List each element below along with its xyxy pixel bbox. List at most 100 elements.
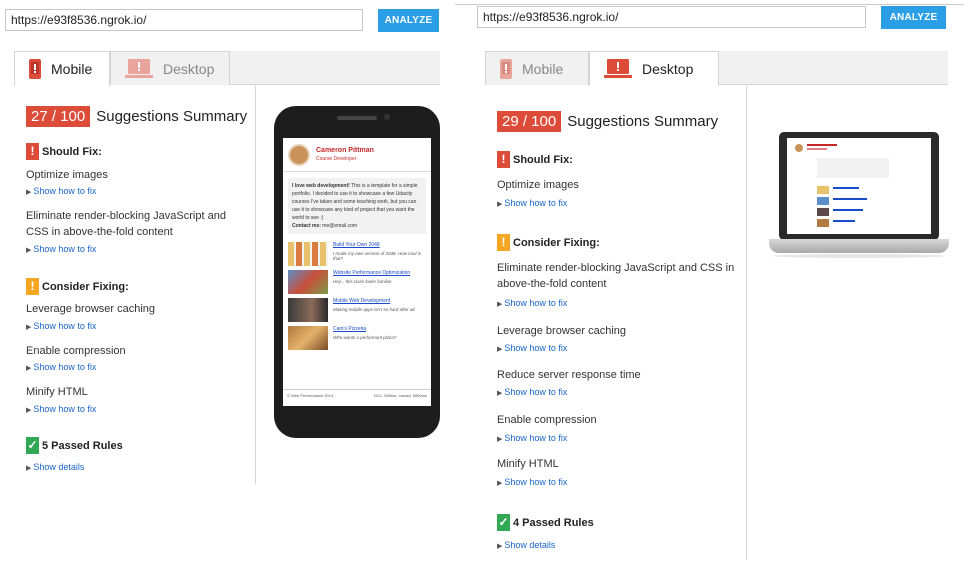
- checkmark-icon: ✓: [26, 437, 39, 454]
- project-caption: Hey... this class looks familiar.: [333, 279, 393, 284]
- project-thumbnail: [288, 270, 328, 294]
- preview-footer-right: DCL: 565ms, onload: 5590ms: [374, 393, 427, 398]
- show-how-label: Show how to fix: [504, 387, 568, 397]
- checkmark-icon: ✓: [497, 514, 510, 531]
- show-how-to-fix-link[interactable]: ▶ Show how to fix: [497, 387, 567, 397]
- triangle-arrow-icon: ▶: [26, 407, 32, 414]
- show-how-label: Show how to fix: [33, 244, 97, 254]
- preview-role: Course Developer: [316, 156, 357, 162]
- show-how-to-fix-link[interactable]: ▶ Show how to fix: [497, 477, 567, 487]
- tab-desktop-label: Desktop: [642, 61, 694, 77]
- tab-mobile-label: Mobile: [522, 60, 564, 77]
- rule-optimize-images: Optimize images: [497, 179, 579, 191]
- show-how-to-fix-link[interactable]: ▶ Show how to fix: [26, 186, 96, 196]
- project-link-line: [833, 209, 863, 211]
- show-how-to-fix-link[interactable]: ▶ Show how to fix: [26, 244, 96, 254]
- project-thumbnail: [288, 326, 328, 350]
- project-link[interactable]: Website Performance Optimization: [333, 270, 410, 276]
- project-link-line: [833, 198, 867, 200]
- preview-bio-block: [817, 158, 889, 178]
- project-link-line: [833, 187, 859, 189]
- show-how-to-fix-link[interactable]: ▶ Show how to fix: [26, 362, 96, 372]
- exclamation-icon: !: [26, 278, 39, 295]
- top-divider: [455, 4, 964, 5]
- score-row: 29 / 100 Suggestions Summary: [497, 111, 718, 132]
- project-thumbnail: [288, 242, 328, 266]
- show-how-to-fix-link[interactable]: ▶ Show how to fix: [497, 433, 567, 443]
- phone-preview: Cameron Pittman Course Developer I love …: [274, 106, 440, 438]
- show-details-link[interactable]: ▶ Show details: [497, 540, 555, 550]
- tab-mobile[interactable]: Mobile: [485, 51, 589, 85]
- project-link[interactable]: Cam's Pizzeria: [333, 326, 396, 332]
- exclamation-icon: !: [497, 234, 510, 251]
- tab-desktop[interactable]: Desktop: [589, 51, 719, 86]
- show-how-label: Show how to fix: [504, 433, 568, 443]
- list-item: Build Your Own 2048 I made my own version…: [288, 242, 426, 266]
- analyze-button[interactable]: ANALYZE: [881, 6, 946, 29]
- project-thumbnail: [817, 219, 829, 227]
- show-how-label: Show how to fix: [33, 404, 97, 414]
- mobile-report-panel: ANALYZE Mobile Desktop 27 / 100 Suggesti…: [0, 0, 450, 570]
- rule-minify-html: Minify HTML: [26, 386, 88, 398]
- laptop-icon: [125, 58, 153, 78]
- preview-name-line: [807, 144, 837, 146]
- score-badge: 29 / 100: [497, 111, 562, 132]
- consider-title: Consider Fixing:: [42, 280, 129, 293]
- tab-desktop[interactable]: Desktop: [110, 51, 230, 85]
- show-how-label: Show how to fix: [33, 186, 97, 196]
- show-how-label: Show how to fix: [504, 298, 568, 308]
- phone-screen: Cameron Pittman Course Developer I love …: [283, 138, 431, 406]
- show-details-link[interactable]: ▶ Show details: [26, 462, 84, 472]
- device-tabs: Mobile Desktop: [485, 51, 948, 86]
- list-item: Cam's Pizzeria Who wants a performant piz…: [288, 326, 426, 350]
- rule-server-response: Reduce server response time: [497, 369, 641, 381]
- triangle-arrow-icon: ▶: [497, 480, 503, 487]
- preview-contact-email: me@email.com: [322, 223, 358, 229]
- rule-minify-html: Minify HTML: [497, 458, 559, 470]
- project-link-line: [833, 220, 855, 222]
- project-thumbnail: [817, 186, 829, 194]
- project-thumbnail: [288, 298, 328, 322]
- laptop-icon: [604, 59, 632, 78]
- project-link[interactable]: Build Your Own 2048: [333, 242, 426, 248]
- phone-camera: [384, 114, 390, 120]
- preview-bio-bold: I love web development!: [292, 183, 350, 189]
- passed-title: 5 Passed Rules: [42, 439, 123, 452]
- rule-browser-caching: Leverage browser caching: [497, 325, 627, 337]
- list-item: Website Performance Optimization Hey... t…: [288, 270, 426, 294]
- laptop-preview: [769, 132, 949, 258]
- phone-speaker: [337, 116, 377, 120]
- preview-footer-left: © Web Performance 2014: [287, 393, 334, 398]
- consider-fixing-heading: ! Consider Fixing:: [497, 234, 600, 251]
- score-row: 27 / 100 Suggestions Summary: [26, 106, 247, 127]
- desktop-report-panel: ANALYZE Mobile Desktop 29 / 100 Suggesti…: [455, 0, 964, 570]
- show-how-to-fix-link[interactable]: ▶ Show how to fix: [26, 321, 96, 331]
- preview-project-list: Build Your Own 2048 I made my own version…: [288, 242, 426, 350]
- show-details-label: Show details: [33, 462, 85, 472]
- show-how-to-fix-link[interactable]: ▶ Show how to fix: [26, 404, 96, 414]
- triangle-arrow-icon: ▶: [497, 201, 503, 208]
- summary-title: Suggestions Summary: [96, 108, 248, 125]
- preview-role-line: [807, 148, 827, 150]
- tab-mobile[interactable]: Mobile: [14, 51, 110, 86]
- preview-footer: © Web Performance 2014 DCL: 565ms, onloa…: [283, 389, 431, 398]
- laptop-base: [769, 239, 949, 253]
- show-how-to-fix-link[interactable]: ▶ Show how to fix: [497, 198, 567, 208]
- rule-enable-compression: Enable compression: [497, 414, 597, 426]
- show-how-to-fix-link[interactable]: ▶ Show how to fix: [497, 343, 567, 353]
- rule-render-blocking: Eliminate render-blocking JavaScript and…: [26, 210, 226, 238]
- score-badge: 27 / 100: [26, 106, 91, 127]
- url-input[interactable]: [477, 6, 866, 28]
- analyze-button[interactable]: ANALYZE: [378, 9, 439, 32]
- rule-render-blocking: Eliminate render-blocking JavaScript and…: [497, 262, 735, 290]
- project-link[interactable]: Mobile Web Development: [333, 298, 416, 304]
- laptop-lid: [779, 132, 939, 240]
- preview-name: Cameron Pittman: [316, 147, 374, 154]
- device-tabs: Mobile Desktop: [14, 51, 440, 86]
- url-input[interactable]: [5, 9, 363, 31]
- preview-header: Cameron Pittman Course Developer: [283, 138, 431, 172]
- passed-rules-heading: ✓ 5 Passed Rules: [26, 437, 123, 454]
- show-how-to-fix-link[interactable]: ▶ Show how to fix: [497, 298, 567, 308]
- should-fix-title: Should Fix:: [513, 153, 573, 166]
- rule-enable-compression: Enable compression: [26, 345, 126, 357]
